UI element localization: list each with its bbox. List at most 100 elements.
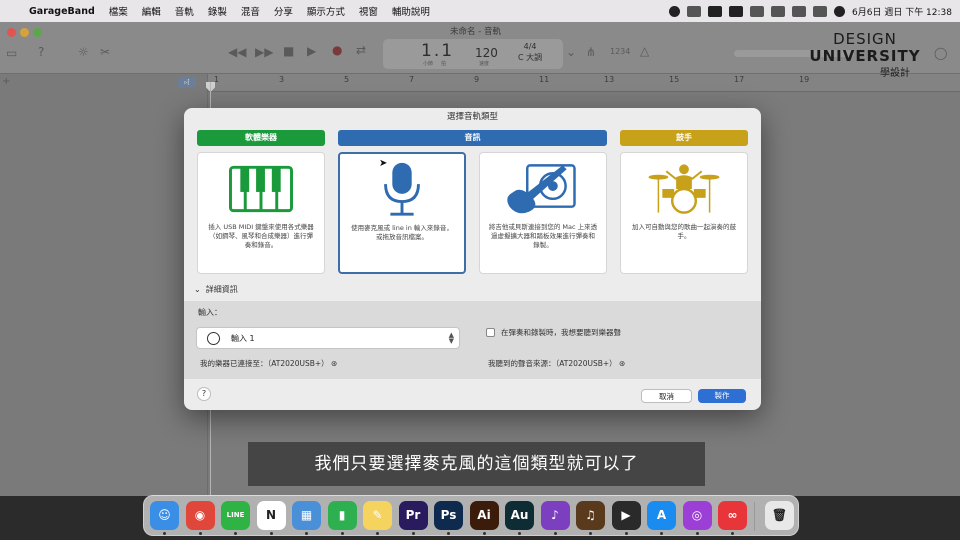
tuner-icon[interactable]: ⋔ (586, 45, 596, 59)
menu-mix[interactable]: 混音 (234, 4, 267, 18)
count-in-button[interactable]: 1234 (610, 47, 630, 56)
dock-audition-icon[interactable]: Au (505, 501, 534, 530)
details-toggle[interactable]: ⌄ 詳細資訊 (194, 284, 238, 295)
stop-icon[interactable]: ■ (283, 44, 294, 58)
help-icon[interactable]: ? (38, 45, 44, 59)
lcd-time-signature: 4/4 (523, 42, 537, 51)
lcd-signature: 4/4 C 大調 (518, 41, 542, 63)
smart-controls-icon[interactable]: ☼ (78, 45, 89, 59)
dock-creative-cloud-icon[interactable]: ∞ (718, 501, 747, 530)
dock-soundwave-icon[interactable]: ♪ (540, 501, 570, 530)
gamepad-icon[interactable] (687, 5, 702, 17)
dock-chrome-icon[interactable]: ◉ (185, 501, 215, 530)
lcd-bar-label: 小節 (423, 61, 434, 67)
dock-running-indicator (589, 532, 592, 535)
card-drummer[interactable]: 加入可自動與您的歌曲一起演奏的鼓手。 (620, 152, 748, 274)
text-input-icon[interactable] (729, 5, 744, 17)
control-center-icon[interactable] (813, 5, 828, 17)
hearing-source[interactable]: 我聽到的聲音來源：（AT2020USB+） ⊛ (488, 358, 625, 369)
dock-illustrator-icon[interactable]: Ai (469, 501, 499, 530)
lcd-key: C 大調 (518, 53, 543, 62)
lcd-display[interactable]: 1.1 小節 拍 120 速度 4/4 C 大調 (383, 39, 563, 69)
instrument-connection[interactable]: 我的樂器已連接至：（AT2020USB+） ⊛ (200, 358, 337, 369)
drum-kit-icon (648, 164, 720, 214)
dock-podcasts-icon[interactable]: ◎ (682, 501, 712, 530)
menu-window[interactable]: 視窗 (352, 4, 385, 18)
dock-running-indicator (660, 532, 663, 535)
zoom-window-icon[interactable] (33, 28, 42, 37)
card-microphone[interactable]: 使用麥克風或 line in 輸入來錄音，或拖放音訊檔案。 (338, 152, 466, 274)
keyboard-icon (229, 165, 293, 213)
line-menu-icon[interactable] (708, 5, 723, 17)
menu-bar: GarageBand 檔案 編輯 音軌 錄製 混音 分享 顯示方式 視窗 輔助說… (0, 0, 960, 22)
dock-notion-icon[interactable]: N (256, 501, 286, 530)
input-value: 輸入 1 (231, 334, 255, 343)
rewind-icon[interactable]: ◀◀ (228, 45, 246, 59)
microphone-icon (384, 162, 420, 216)
ruler-tick: 17 (734, 75, 745, 84)
input-select[interactable]: 輸入 1 ▲ ▼ (196, 327, 460, 349)
menu-file[interactable]: 檔案 (102, 4, 135, 18)
watermark-line3: 學設計 (880, 68, 910, 79)
library-icon[interactable]: ▭ (6, 46, 17, 60)
watermark-line1: DESIGN (833, 30, 897, 48)
dock-app-store-icon[interactable]: A (647, 501, 676, 530)
dock-premiere-pro-icon[interactable]: Pr (398, 501, 428, 530)
menu-app-name[interactable]: GarageBand (22, 6, 102, 17)
instrument-connection-text: 我的樂器已連接至：（AT2020USB+） (200, 359, 329, 368)
dock-final-cut-pro-icon[interactable]: ▶ (611, 501, 641, 530)
track-filter-icon[interactable]: ▹⁅ (178, 78, 196, 88)
help-button[interactable]: ? (197, 387, 211, 401)
dock-numbers-icon[interactable]: ▮ (327, 501, 357, 530)
card-guitar[interactable]: 將吉他或貝斯連接到您的 Mac 上來透過虛擬擴大器和踏板效果進行彈奏和錄製。 (479, 152, 607, 274)
dock-finder-icon[interactable]: ☺ (150, 501, 179, 530)
dock-running-indicator (447, 532, 450, 535)
dock-photoshop-icon[interactable]: Ps (434, 501, 463, 530)
dock-running-indicator (518, 532, 521, 535)
dock-notes-app-icon[interactable]: ✎ (363, 501, 392, 530)
chevron-down-icon[interactable]: ⌄ (566, 45, 576, 59)
dock-keynote-icon[interactable]: ▦ (292, 501, 321, 530)
wifi-icon[interactable] (771, 5, 786, 17)
cycle-icon[interactable]: ⇄ (356, 43, 366, 57)
card-description: 加入可自動與您的歌曲一起演奏的鼓手。 (632, 223, 736, 240)
siri-icon[interactable] (834, 5, 846, 17)
play-icon[interactable]: ▶ (307, 44, 316, 58)
cancel-button[interactable]: 取消 (641, 389, 692, 403)
card-description: 使用麥克風或 line in 輸入來錄音，或拖放音訊檔案。 (351, 224, 453, 241)
menu-clock[interactable]: 6月6日 週日 下午 12:38 (852, 5, 952, 18)
dock-line-icon[interactable]: LINE (221, 501, 250, 530)
record-status-icon[interactable] (669, 5, 681, 17)
menu-track[interactable]: 音軌 (168, 4, 201, 18)
menu-record[interactable]: 錄製 (201, 4, 234, 18)
dock-running-indicator (234, 532, 237, 535)
dock-garageband-icon[interactable]: ♫ (576, 501, 605, 530)
create-button[interactable]: 製作 (698, 389, 746, 403)
add-track-icon[interactable]: + (2, 76, 10, 87)
record-icon[interactable]: ● (332, 43, 342, 57)
minimize-window-icon[interactable] (20, 28, 29, 37)
menu-view[interactable]: 顯示方式 (300, 4, 352, 18)
dock-trash-icon[interactable]: 🗑 (765, 501, 794, 530)
scissors-icon[interactable]: ✂ (100, 45, 110, 59)
dock-running-indicator (269, 532, 273, 535)
details-panel: 輸入： 輸入 1 ▲ ▼ 我的樂器已連接至：（AT2020USB+） ⊛ 在彈奏和… (184, 301, 761, 379)
monitor-checkbox[interactable] (486, 328, 495, 337)
loop-browser-icon[interactable]: ◯ (934, 46, 947, 60)
battery-icon[interactable] (750, 5, 765, 17)
dock-running-indicator (376, 532, 379, 535)
metronome-icon[interactable]: △ (640, 44, 649, 58)
menu-edit[interactable]: 編輯 (135, 4, 168, 18)
card-software-instrument[interactable]: 插入 USB MIDI 鍵盤來使用各式樂器（如鋼琴、風琴和合成樂器）進行彈奏和錄… (197, 152, 325, 274)
fast-forward-icon[interactable]: ▶▶ (255, 45, 273, 59)
category-drummer: 鼓手 (620, 130, 748, 146)
search-icon[interactable] (792, 5, 807, 17)
dialog-title: 選擇音軌類型 (446, 112, 498, 122)
card-description: 插入 USB MIDI 鍵盤來使用各式樂器（如鋼琴、風琴和合成樂器）進行彈奏和錄… (208, 223, 314, 249)
dock-running-indicator (731, 532, 734, 535)
close-window-icon[interactable] (7, 28, 16, 37)
dock-running-indicator (695, 532, 699, 535)
menu-help[interactable]: 輔助說明 (385, 4, 437, 18)
design-university-watermark: DESIGN UNIVERSITY 學設計 (800, 30, 930, 79)
menu-share[interactable]: 分享 (267, 4, 300, 18)
